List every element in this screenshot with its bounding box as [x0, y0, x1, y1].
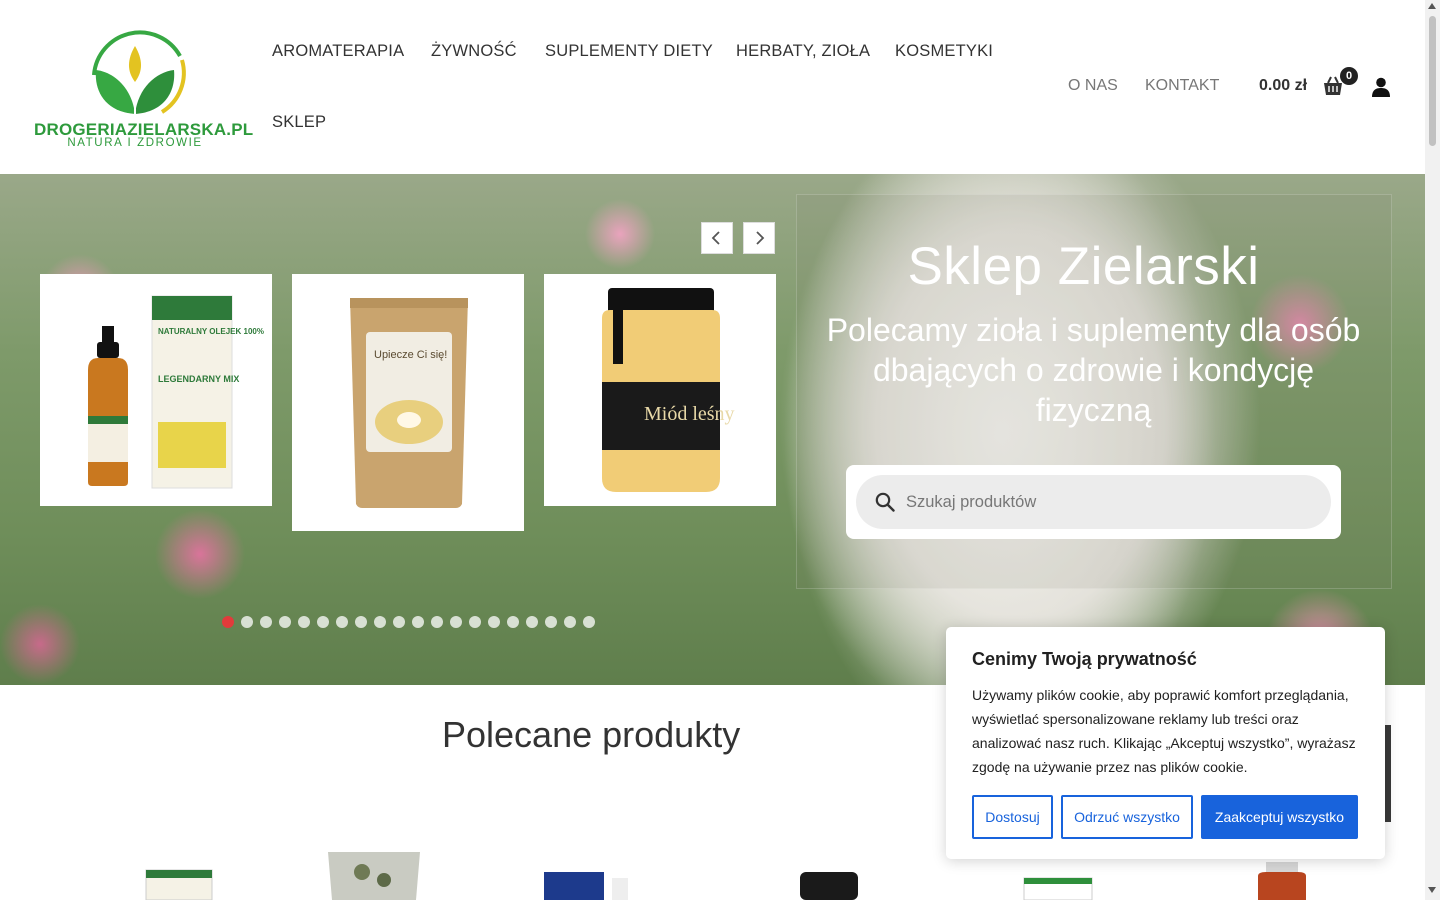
cookie-accept-button[interactable]: Zaakceptuj wszystko	[1201, 795, 1358, 839]
site-logo[interactable]: DROGERIAZIELARSKA.PL NATURA I ZDROWIE	[34, 20, 253, 150]
nav-kosmetyki[interactable]: KOSMETYKI	[895, 42, 993, 61]
slider-product-card[interactable]: NATURALNY OLEJEK 100% LEGENDARNY MIX	[40, 274, 272, 506]
search-icon[interactable]	[875, 492, 895, 512]
site-header: DROGERIAZIELARSKA.PL NATURA I ZDROWIE AR…	[0, 0, 1425, 174]
product-label-main: LEGENDARNY MIX	[158, 374, 239, 384]
cookie-title: Cenimy Twoją prywatność	[972, 649, 1197, 669]
featured-product-thumbnail[interactable]	[540, 868, 636, 900]
product-image	[800, 872, 858, 900]
nav-sklep[interactable]: SKLEP	[272, 113, 326, 132]
slider-dot[interactable]	[450, 616, 462, 628]
slider-product-card[interactable]: Miód leśny	[544, 274, 776, 506]
cart-total[interactable]: 0.00 zł	[1259, 77, 1307, 95]
cart-count-badge: 0	[1340, 67, 1358, 85]
featured-product-thumbnail[interactable]	[1244, 860, 1320, 900]
product-image	[1258, 862, 1306, 900]
hero-title: Sklep Zielarski	[907, 237, 1260, 296]
slider-dot[interactable]	[412, 616, 424, 628]
slider-dot[interactable]	[279, 616, 291, 628]
scroll-down-arrow-icon[interactable]	[1428, 887, 1436, 893]
featured-product-thumbnail[interactable]	[322, 850, 426, 900]
slider-dot[interactable]	[526, 616, 538, 628]
product-label-main: Miód leśny	[644, 403, 735, 425]
slider-dot[interactable]	[336, 616, 348, 628]
featured-products-title: Polecane produkty	[442, 714, 741, 755]
featured-product-thumbnail[interactable]	[1020, 876, 1096, 900]
slider-dot[interactable]	[469, 616, 481, 628]
slider-dot[interactable]	[317, 616, 329, 628]
slider-dot[interactable]	[222, 616, 234, 628]
cookie-description: Używamy plików cookie, aby poprawić komf…	[972, 687, 1356, 775]
nav-herbaty-ziola[interactable]: HERBATY, ZIOŁA	[736, 42, 870, 61]
slider-next-button[interactable]	[743, 222, 775, 254]
cookie-consent-banner: Cenimy Twoją prywatność Używamy plików c…	[946, 627, 1385, 859]
featured-product-thumbnail[interactable]	[796, 870, 862, 900]
hero-banner: NATURALNY OLEJEK 100% LEGENDARNY MIX Upi…	[0, 174, 1425, 685]
scroll-up-arrow-icon[interactable]	[1428, 3, 1436, 9]
slider-dot[interactable]	[507, 616, 519, 628]
cookie-customize-button[interactable]: Dostosuj	[972, 795, 1053, 839]
product-image	[544, 872, 628, 900]
slider-dot[interactable]	[355, 616, 367, 628]
slider-dot[interactable]	[241, 616, 253, 628]
page: DROGERIAZIELARSKA.PL NATURA I ZDROWIE AR…	[0, 0, 1440, 900]
chevron-right-icon	[756, 231, 765, 245]
product-image: NATURALNY OLEJEK 100% LEGENDARNY MIX	[88, 295, 264, 489]
slider-product-card[interactable]: Upiecze Ci się!	[292, 274, 524, 531]
nav-zywnosc[interactable]: ŻYWNOŚĆ	[431, 42, 517, 61]
page-scrollbar[interactable]	[1425, 0, 1440, 900]
hero-subtitle: Polecamy zioła i suplementy dla osób dba…	[826, 312, 1361, 428]
slider-prev-button[interactable]	[701, 222, 733, 254]
product-image	[328, 852, 420, 900]
slider-dot[interactable]	[260, 616, 272, 628]
product-image	[1023, 877, 1093, 900]
search-input[interactable]	[906, 475, 1316, 529]
slider-dot[interactable]	[564, 616, 576, 628]
nav-kontakt[interactable]: KONTAKT	[1145, 77, 1219, 95]
brand-tagline: NATURA I ZDROWIE	[67, 137, 203, 149]
product-image	[145, 869, 213, 900]
logo-leaf-icon	[92, 30, 186, 114]
product-search	[846, 465, 1341, 539]
slider-dot[interactable]	[545, 616, 557, 628]
slider-dot[interactable]	[393, 616, 405, 628]
scrollbar-thumb[interactable]	[1429, 16, 1436, 146]
product-label-top: NATURALNY OLEJEK 100%	[158, 327, 264, 336]
slider-dot[interactable]	[374, 616, 386, 628]
product-label-main: Upiecze Ci się!	[374, 349, 447, 361]
nav-aromaterapia[interactable]: AROMATERAPIA	[272, 42, 404, 61]
side-widget-tab[interactable]	[1384, 725, 1391, 822]
product-image: Miód leśny	[602, 288, 735, 492]
slider-dot[interactable]	[298, 616, 310, 628]
cookie-reject-button[interactable]: Odrzuć wszystko	[1061, 795, 1193, 839]
slider-dot[interactable]	[431, 616, 443, 628]
nav-o-nas[interactable]: O NAS	[1068, 77, 1118, 95]
slider-dot[interactable]	[583, 616, 595, 628]
product-image: Upiecze Ci się!	[350, 298, 468, 508]
slider-dot[interactable]	[488, 616, 500, 628]
nav-suplementy-diety[interactable]: SUPLEMENTY DIETY	[545, 42, 713, 61]
search-field-wrapper	[856, 475, 1331, 529]
user-account-icon[interactable]	[1371, 77, 1391, 97]
featured-product-thumbnail[interactable]	[140, 840, 216, 900]
chevron-left-icon	[711, 231, 720, 245]
slider-pagination	[222, 616, 595, 628]
